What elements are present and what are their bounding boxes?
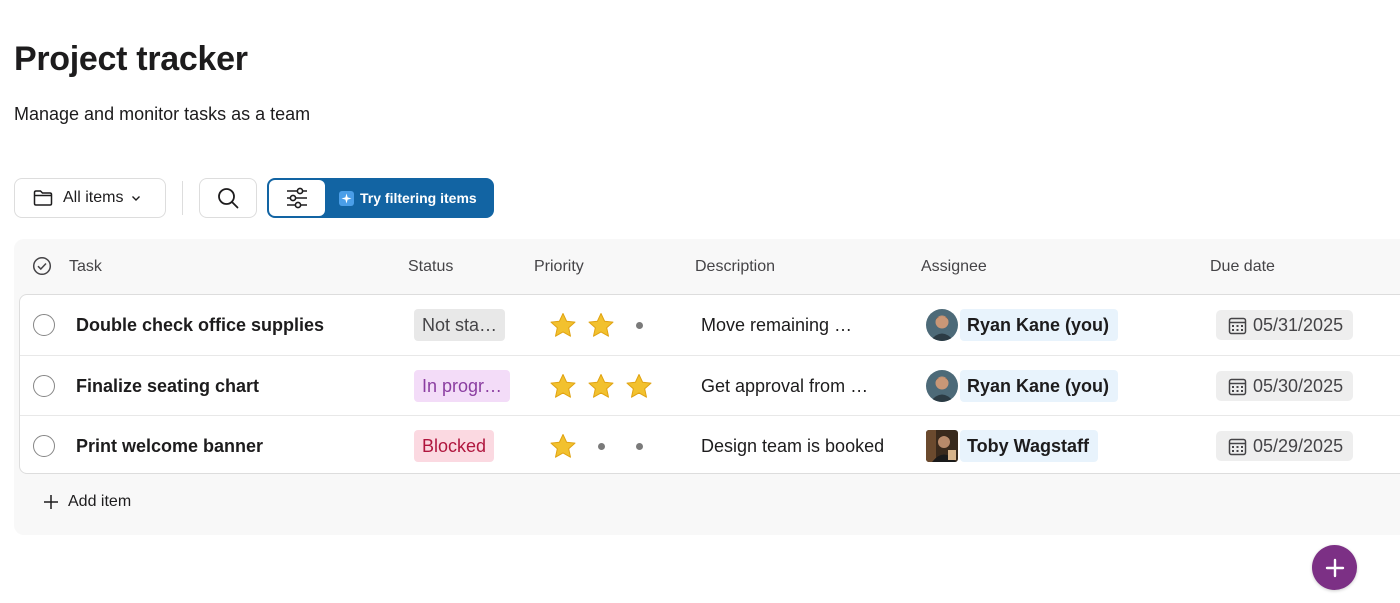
- star-icon[interactable]: [544, 373, 582, 400]
- task-name[interactable]: Double check office supplies: [76, 295, 324, 355]
- star-icon[interactable]: [544, 433, 582, 460]
- due-date-value: 05/31/2025: [1253, 314, 1344, 335]
- filter-hint-label: Try filtering items: [360, 190, 477, 206]
- empty-star-dot[interactable]: [620, 321, 658, 329]
- column-header-priority[interactable]: Priority: [534, 258, 584, 276]
- star-icon[interactable]: [620, 373, 658, 400]
- column-header-due-date[interactable]: Due date: [1210, 258, 1275, 276]
- avatar: [926, 430, 958, 462]
- priority-rating[interactable]: [544, 356, 664, 416]
- add-item-button[interactable]: Add item: [42, 493, 131, 511]
- sliders-icon: [285, 187, 309, 209]
- chevron-down-icon: [131, 194, 141, 202]
- complete-checkbox[interactable]: [33, 314, 55, 336]
- status-badge[interactable]: In progr…: [414, 370, 511, 402]
- task-description[interactable]: Design team is booked: [701, 416, 884, 476]
- assignee-name[interactable]: Toby Wagstaff: [960, 430, 1098, 462]
- star-icon[interactable]: [582, 312, 620, 339]
- column-header-assignee[interactable]: Assignee: [921, 258, 987, 276]
- avatar: [926, 370, 958, 402]
- task-table: Task Status Priority Description Assigne…: [14, 239, 1400, 535]
- folder-icon: [33, 189, 53, 207]
- table-row[interactable]: Double check office supplies Not sta… Mo…: [20, 295, 1400, 355]
- table-row[interactable]: Print welcome banner Blocked Design team…: [20, 415, 1400, 475]
- column-header-task[interactable]: Task: [69, 258, 102, 276]
- priority-rating[interactable]: [544, 295, 664, 355]
- due-date-value: 05/30/2025: [1253, 375, 1344, 396]
- complete-checkbox[interactable]: [33, 375, 55, 397]
- view-selector-label: All items: [63, 189, 124, 206]
- create-button[interactable]: [1312, 545, 1357, 590]
- calendar-icon: [1228, 316, 1247, 335]
- star-icon[interactable]: [544, 312, 582, 339]
- page-subtitle: Manage and monitor tasks as a team: [14, 104, 311, 124]
- due-date[interactable]: 05/30/2025: [1216, 371, 1354, 401]
- calendar-icon: [1228, 377, 1247, 396]
- empty-star-dot[interactable]: [620, 442, 658, 450]
- assignee-name[interactable]: Ryan Kane (you): [960, 370, 1119, 402]
- toolbar-divider: [182, 181, 183, 215]
- add-item-label: Add item: [68, 493, 132, 510]
- search-button[interactable]: [199, 178, 257, 218]
- empty-star-dot[interactable]: [582, 442, 620, 450]
- calendar-icon: [1228, 437, 1247, 456]
- filter-group: Try filtering items: [267, 178, 494, 218]
- complete-checkbox[interactable]: [33, 435, 55, 457]
- search-icon: [216, 186, 240, 210]
- sparkle-icon: [339, 190, 354, 206]
- due-date-value: 05/29/2025: [1253, 435, 1344, 456]
- status-badge[interactable]: Not sta…: [414, 309, 506, 341]
- view-selector-button[interactable]: All items: [14, 178, 166, 218]
- task-name[interactable]: Finalize seating chart: [76, 356, 259, 416]
- avatar: [926, 309, 958, 341]
- table-row[interactable]: Finalize seating chart In progr… Get app…: [20, 355, 1400, 415]
- priority-rating[interactable]: [544, 416, 664, 476]
- plus-icon: [42, 493, 60, 511]
- toolbar: All items Try filtering items: [14, 178, 494, 218]
- column-header-description[interactable]: Description: [695, 258, 775, 276]
- column-header-status[interactable]: Status: [408, 258, 453, 276]
- task-description[interactable]: Get approval from …: [701, 356, 868, 416]
- filter-button[interactable]: [269, 180, 325, 216]
- star-icon[interactable]: [582, 373, 620, 400]
- task-name[interactable]: Print welcome banner: [76, 416, 263, 476]
- check-circle-icon: [32, 256, 52, 281]
- page-title: Project tracker: [14, 40, 248, 78]
- table-header: Task Status Priority Description Assigne…: [14, 239, 1400, 295]
- filter-hint[interactable]: Try filtering items: [339, 190, 477, 206]
- due-date[interactable]: 05/31/2025: [1216, 310, 1354, 340]
- status-badge[interactable]: Blocked: [414, 430, 495, 462]
- plus-icon: [1324, 557, 1346, 579]
- table-body: Double check office supplies Not sta… Mo…: [19, 294, 1400, 474]
- task-description[interactable]: Move remaining …: [701, 295, 852, 355]
- due-date[interactable]: 05/29/2025: [1216, 431, 1354, 461]
- assignee-name[interactable]: Ryan Kane (you): [960, 309, 1119, 341]
